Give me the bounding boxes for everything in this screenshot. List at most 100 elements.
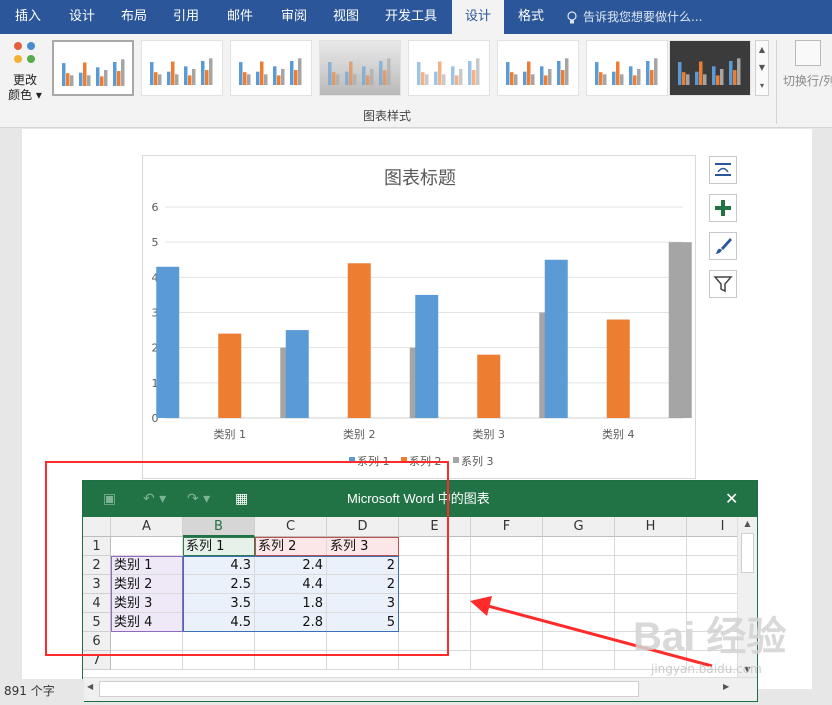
row-header[interactable]: 5 (83, 613, 111, 632)
sheet-cell[interactable] (687, 594, 737, 613)
sheet-cell[interactable]: 类别 2 (111, 575, 183, 594)
sheet-cell[interactable] (471, 594, 543, 613)
sheet-cell[interactable] (615, 575, 687, 594)
sheet-cell[interactable]: 1.8 (255, 594, 327, 613)
column-header[interactable]: B (183, 517, 255, 537)
sheet-cell[interactable] (111, 651, 183, 670)
sheet-cell[interactable] (687, 537, 737, 556)
sheet-cell[interactable] (111, 632, 183, 651)
sheet-cell[interactable]: 系列 2 (255, 537, 327, 556)
row-header[interactable]: 4 (83, 594, 111, 613)
chevron-left-icon[interactable]: ◀ (87, 682, 93, 691)
sheet-cell[interactable] (543, 556, 615, 575)
sheet-cell[interactable]: 4.5 (183, 613, 255, 632)
tab-layout[interactable]: 布局 (108, 0, 160, 34)
sheet-cell[interactable] (687, 613, 737, 632)
vertical-scrollbar[interactable]: ▲ ▼ (737, 517, 757, 677)
sheet-cell[interactable] (399, 632, 471, 651)
sheet-cell[interactable] (471, 632, 543, 651)
tab-references[interactable]: 引用 (160, 0, 212, 34)
chart-elements-button[interactable] (709, 194, 737, 222)
sheet-cell[interactable] (399, 556, 471, 575)
tell-me-box[interactable]: 告诉我您想要做什么... (566, 0, 702, 34)
sheet-cell[interactable] (255, 651, 327, 670)
sheet-cell[interactable]: 3 (327, 594, 399, 613)
sheet-cell[interactable]: 2.5 (183, 575, 255, 594)
row-header[interactable]: 7 (83, 651, 111, 670)
horizontal-scrollbar[interactable]: ◀ ▶ (83, 677, 757, 701)
tab-format[interactable]: 格式 (506, 0, 556, 34)
sheet-cell[interactable] (615, 594, 687, 613)
chevron-right-icon[interactable]: ▶ (723, 682, 729, 691)
sheet-cell[interactable] (327, 632, 399, 651)
chart-style-5[interactable] (408, 40, 490, 96)
column-header[interactable]: F (471, 517, 543, 537)
sheet-cell[interactable]: 系列 1 (183, 537, 255, 556)
tab-view[interactable]: 视图 (320, 0, 372, 34)
sheet-cell[interactable]: 系列 3 (327, 537, 399, 556)
save-icon[interactable]: ▣ (103, 481, 116, 517)
sheet-cell[interactable]: 4.4 (255, 575, 327, 594)
sheet-cell[interactable] (687, 575, 737, 594)
sheet-cell[interactable] (543, 537, 615, 556)
column-header[interactable]: I (687, 517, 737, 537)
row-header[interactable]: 6 (83, 632, 111, 651)
switch-row-column-button[interactable]: 切换行/列 (783, 38, 832, 108)
redo-icon[interactable]: ↷ ▾ (187, 481, 210, 517)
gallery-more-icon[interactable]: ▾ (756, 77, 768, 95)
sheet-cell[interactable] (111, 537, 183, 556)
column-header[interactable]: C (255, 517, 327, 537)
sheet-cell[interactable] (399, 651, 471, 670)
edit-in-excel-icon[interactable]: ▦ (235, 481, 248, 517)
chevron-up-icon[interactable]: ▲ (738, 517, 757, 531)
sheet-cell[interactable] (615, 613, 687, 632)
chart-style-6[interactable] (497, 40, 579, 96)
change-colors-button[interactable]: 更改 颜色 ▾ (4, 38, 46, 108)
chevron-up-icon[interactable]: ▲ (756, 41, 768, 59)
gallery-scroll[interactable]: ▲ ▼ ▾ (755, 40, 769, 96)
horizontal-scroll-thumb[interactable] (99, 681, 639, 697)
sheet-cell[interactable]: 类别 4 (111, 613, 183, 632)
sheet-cell[interactable] (543, 651, 615, 670)
sheet-cell[interactable] (255, 632, 327, 651)
sheet-cell[interactable] (615, 556, 687, 575)
sheet-cell[interactable] (183, 632, 255, 651)
chart-style-8[interactable] (669, 40, 751, 96)
sheet-cell[interactable] (471, 651, 543, 670)
sheet-cell[interactable] (543, 575, 615, 594)
sheet-cell[interactable]: 2 (327, 556, 399, 575)
sheet-cell[interactable]: 2 (327, 575, 399, 594)
close-icon[interactable]: ✕ (725, 481, 738, 517)
sheet-cell[interactable] (687, 556, 737, 575)
sheet-cell[interactable] (687, 651, 737, 670)
sheet-cell[interactable] (471, 575, 543, 594)
tab-mailings[interactable]: 邮件 (212, 0, 268, 34)
tab-review[interactable]: 审阅 (268, 0, 320, 34)
layout-options-button[interactable] (709, 156, 737, 184)
column-header[interactable]: E (399, 517, 471, 537)
chart-style-7[interactable] (586, 40, 668, 96)
column-header[interactable]: A (111, 517, 183, 537)
sheet-cell[interactable]: 4.3 (183, 556, 255, 575)
sheet-cell[interactable]: 2.4 (255, 556, 327, 575)
row-header[interactable]: 2 (83, 556, 111, 575)
undo-icon[interactable]: ↶ ▾ (143, 481, 166, 517)
sheet-cell[interactable] (615, 651, 687, 670)
sheet-cell[interactable] (399, 575, 471, 594)
tab-insert[interactable]: 插入 (0, 0, 56, 34)
column-header[interactable]: D (327, 517, 399, 537)
chart-styles-button[interactable] (709, 232, 737, 260)
sheet-cell[interactable] (543, 594, 615, 613)
chevron-down-icon[interactable]: ▼ (738, 663, 757, 677)
sheet-cell[interactable] (471, 613, 543, 632)
sheet-cell[interactable] (183, 651, 255, 670)
sheet-cell[interactable] (543, 632, 615, 651)
chevron-down-icon[interactable]: ▼ (756, 59, 768, 77)
sheet-cell[interactable] (399, 594, 471, 613)
sheet-cell[interactable] (327, 651, 399, 670)
sheet-cell[interactable] (399, 613, 471, 632)
sheet-cell[interactable]: 5 (327, 613, 399, 632)
word-count[interactable]: 891 个字 (4, 684, 55, 698)
chart-style-1[interactable] (52, 40, 134, 96)
column-header[interactable]: G (543, 517, 615, 537)
